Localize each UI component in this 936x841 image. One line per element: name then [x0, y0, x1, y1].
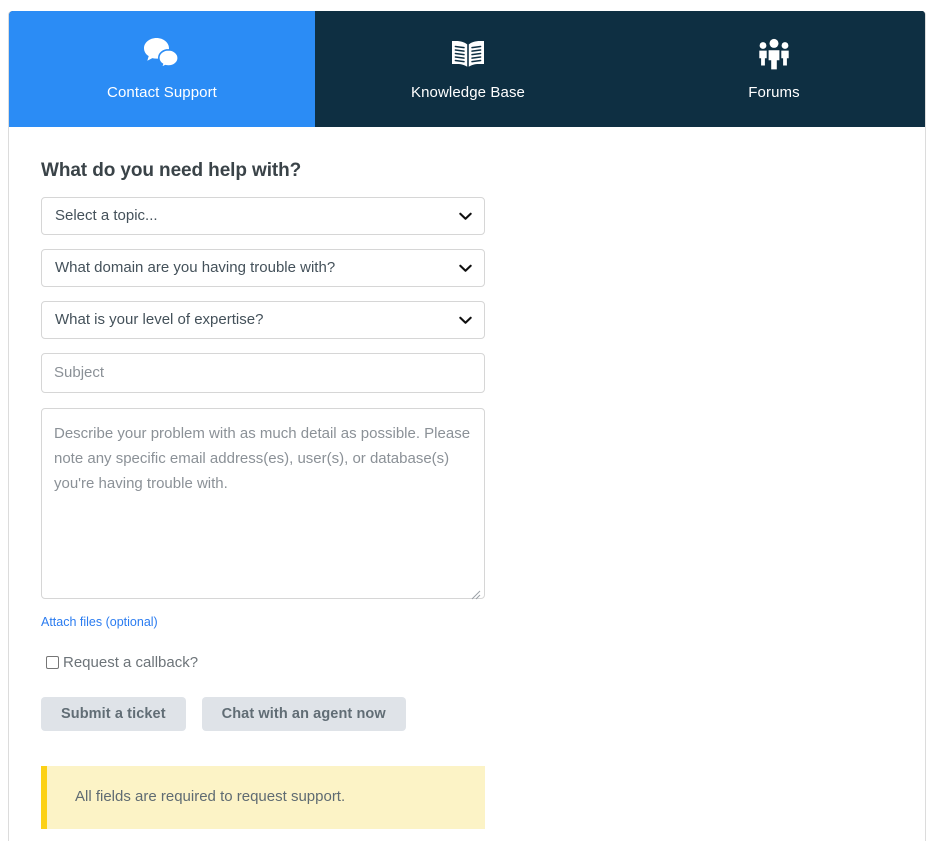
- submit-ticket-button[interactable]: Submit a ticket: [41, 697, 186, 731]
- resize-handle-icon[interactable]: [469, 583, 481, 600]
- domain-select[interactable]: What domain are you having trouble with?: [41, 249, 485, 287]
- tab-label: Contact Support: [107, 84, 217, 101]
- attach-files-link[interactable]: Attach files (optional): [41, 615, 158, 629]
- tab-contact-support[interactable]: Contact Support: [9, 11, 315, 127]
- chat-with-agent-button[interactable]: Chat with an agent now: [201, 697, 406, 731]
- tab-forums[interactable]: Forums: [621, 11, 925, 127]
- page-title: What do you need help with?: [41, 160, 302, 181]
- support-page: Contact Support Knowledge Base Forums Wh…: [0, 0, 936, 841]
- expertise-select[interactable]: What is your level of expertise?: [41, 301, 485, 339]
- request-callback-row[interactable]: Request a callback?: [41, 654, 501, 671]
- open-book-icon: [449, 33, 487, 75]
- domain-select-value[interactable]: What domain are you having trouble with?: [41, 249, 485, 287]
- tab-label: Knowledge Base: [411, 84, 525, 101]
- tab-label: Forums: [748, 84, 800, 101]
- topic-select[interactable]: Select a topic...: [41, 197, 485, 235]
- expertise-select-value[interactable]: What is your level of expertise?: [41, 301, 485, 339]
- request-callback-label: Request a callback?: [63, 654, 199, 671]
- request-callback-checkbox[interactable]: [46, 656, 59, 669]
- support-tab-bar: Contact Support Knowledge Base Forums: [9, 11, 925, 127]
- form-actions: Submit a ticket Chat with an agent now: [41, 697, 501, 731]
- people-group-icon: [755, 33, 793, 75]
- chat-bubbles-icon: [143, 33, 181, 75]
- support-card: Contact Support Knowledge Base Forums Wh…: [8, 11, 926, 841]
- tab-knowledge-base[interactable]: Knowledge Base: [315, 11, 621, 127]
- description-placeholder: Describe your problem with as much detai…: [54, 425, 471, 492]
- subject-input[interactable]: Subject: [41, 353, 485, 393]
- topic-select-value[interactable]: Select a topic...: [41, 197, 485, 235]
- required-fields-alert: All fields are required to request suppo…: [41, 766, 485, 829]
- alert-message: All fields are required to request suppo…: [75, 788, 346, 805]
- description-textarea[interactable]: Describe your problem with as much detai…: [41, 408, 485, 600]
- support-form: What do you need help with? Select a top…: [41, 160, 501, 829]
